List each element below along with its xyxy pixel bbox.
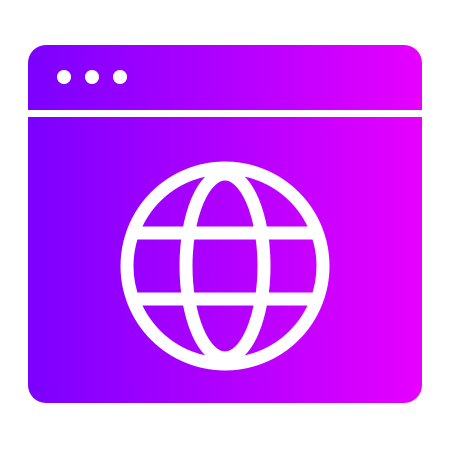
window-dot-icon — [57, 70, 71, 84]
browser-window — [28, 45, 422, 403]
title-bar-divider — [28, 110, 422, 117]
window-dot-icon — [113, 70, 127, 84]
window-dot-icon — [85, 70, 99, 84]
icon-stage — [0, 0, 450, 450]
window-controls — [57, 70, 127, 84]
browser-window-globe-icon — [28, 45, 422, 403]
